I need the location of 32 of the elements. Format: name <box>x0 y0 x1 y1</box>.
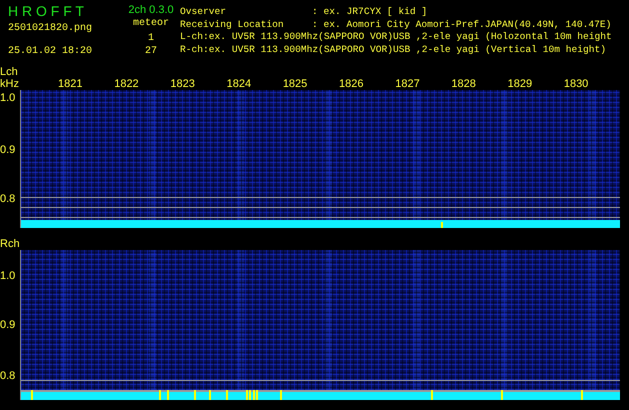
x-tick-label: 1822 <box>114 78 140 90</box>
x-tick-label: 1827 <box>395 78 421 90</box>
x-tick-label: 1821 <box>58 78 84 90</box>
x-tick-label: 1823 <box>170 78 196 90</box>
unit-label: kHz <box>0 78 20 90</box>
x-tick-label: 1825 <box>282 78 308 90</box>
version-label: 2ch 0.3.0 <box>128 3 174 17</box>
meteor-count: 27 <box>144 45 157 58</box>
channel-label: Rch <box>0 238 20 250</box>
y-tick-label: 1.0 <box>0 92 16 104</box>
app-title: H R O F F T <box>8 3 85 19</box>
file-name: 2501021820.png <box>8 22 94 35</box>
x-tick-label: 1830 <box>564 78 590 90</box>
y-tick-label: 1.0 <box>0 270 16 282</box>
field-label: Receiving Location <box>180 18 285 31</box>
y-tick-label: 0.9 <box>0 144 16 156</box>
x-tick-label: 1828 <box>451 78 477 90</box>
field-label: Ovserver <box>180 6 228 18</box>
info-line: R-ch:ex. UV5R 113.900Mhz(SAPPORO VOR)USB ,2-ele yagi (Vertical 10m height) <box>180 44 608 56</box>
y-tick-label: 0.8 <box>0 370 16 382</box>
x-tick-label: 1824 <box>226 78 252 90</box>
field-value: : ex. JR7CYX [ kid ] <box>312 6 428 18</box>
field-value: : ex. Aomori City Aomori-Pref.JAPAN(40.49N, 140.47E) <box>312 18 612 31</box>
info-line: L-ch:ex. UV5R 113.900Mhz(SAPPORO VOR)USB ,2-ele yagi (Holozontal 10m height <box>180 31 613 44</box>
meteor-count: 1 <box>148 32 154 45</box>
channel-label: Lch <box>0 66 19 78</box>
date-time: 25.01.02 18:20 <box>8 45 94 58</box>
meteor-label: meteor <box>132 17 169 30</box>
y-tick-label: 0.8 <box>0 193 16 205</box>
x-tick-label: 1829 <box>508 78 534 90</box>
y-tick-label: 0.9 <box>0 319 16 331</box>
x-tick-label: 1826 <box>339 78 364 90</box>
